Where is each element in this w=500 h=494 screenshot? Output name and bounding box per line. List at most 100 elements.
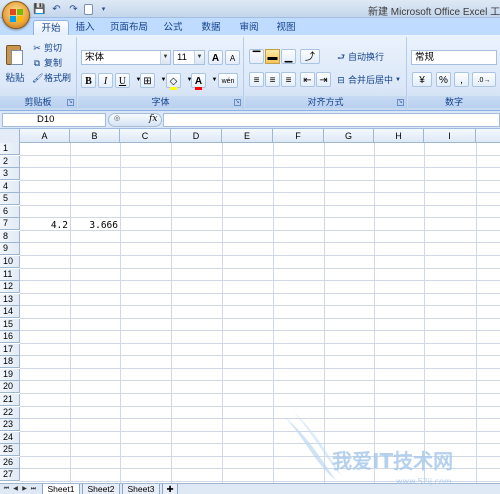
column-header[interactable]: E: [222, 129, 273, 143]
underline-button[interactable]: U: [115, 73, 130, 88]
row-header[interactable]: 9: [0, 243, 20, 256]
percent-button[interactable]: %: [436, 72, 451, 87]
insert-sheet-icon[interactable]: ✚: [162, 484, 178, 494]
row-header[interactable]: 4: [0, 180, 20, 193]
select-all-corner[interactable]: [0, 129, 20, 143]
row-header[interactable]: 16: [0, 331, 20, 344]
tab-insert[interactable]: 插入: [72, 20, 98, 35]
align-top-button[interactable]: ▔: [249, 49, 264, 64]
row-header[interactable]: 25: [0, 444, 20, 457]
redo-icon[interactable]: ↷: [67, 3, 80, 16]
row-header[interactable]: 20: [0, 381, 20, 394]
tab-home[interactable]: 开始: [33, 20, 69, 35]
customize-qat-icon[interactable]: ▾: [97, 3, 110, 16]
row-header[interactable]: 19: [0, 368, 20, 381]
column-header[interactable]: A: [20, 129, 70, 143]
next-sheet-icon[interactable]: ▶: [20, 485, 29, 494]
copy-button[interactable]: ⧉ 复制: [32, 56, 62, 69]
row-header[interactable]: 11: [0, 268, 20, 281]
row-header[interactable]: 3: [0, 168, 20, 181]
row-header[interactable]: 23: [0, 419, 20, 432]
column-header[interactable]: B: [70, 129, 120, 143]
paste-button[interactable]: 粘贴: [3, 40, 27, 92]
column-header[interactable]: G: [324, 129, 374, 143]
number-format-combo[interactable]: 常规: [411, 50, 497, 65]
tab-review[interactable]: 审阅: [236, 20, 262, 35]
wrap-text-button[interactable]: ⮐ 自动换行: [336, 50, 384, 63]
align-left-button[interactable]: ≡: [249, 72, 264, 87]
borders-button[interactable]: ⊞: [140, 73, 155, 88]
cell-b7[interactable]: 3.666: [70, 220, 120, 232]
bold-button[interactable]: B: [81, 73, 96, 88]
row-header[interactable]: 18: [0, 356, 20, 369]
align-center-button[interactable]: ≡: [265, 72, 280, 87]
save-icon[interactable]: 💾: [33, 3, 46, 16]
orientation-button[interactable]: ⤴: [300, 49, 320, 64]
column-header[interactable]: D: [171, 129, 222, 143]
align-right-button[interactable]: ≡: [281, 72, 296, 87]
tab-page-layout[interactable]: 页面布局: [108, 20, 150, 35]
font-launcher-icon[interactable]: ↘: [234, 99, 241, 106]
currency-button[interactable]: ¥: [412, 72, 432, 87]
align-middle-button[interactable]: ▬: [265, 49, 280, 64]
row-header[interactable]: 8: [0, 230, 20, 243]
row-header[interactable]: 12: [0, 281, 20, 294]
row-header[interactable]: 26: [0, 456, 20, 469]
grow-font-button[interactable]: A: [208, 50, 223, 65]
increase-decimal-button[interactable]: .0→: [472, 72, 496, 87]
column-header[interactable]: C: [120, 129, 171, 143]
column-header[interactable]: I: [424, 129, 476, 143]
column-header[interactable]: F: [273, 129, 324, 143]
name-box[interactable]: D10: [2, 113, 106, 127]
row-header[interactable]: 17: [0, 343, 20, 356]
row-header[interactable]: 27: [0, 469, 20, 482]
format-painter-button[interactable]: 🖌 格式刷: [32, 71, 71, 84]
fill-color-button[interactable]: ◇: [166, 73, 181, 90]
shrink-font-button[interactable]: A: [225, 50, 240, 65]
decrease-indent-button[interactable]: ⇤: [300, 72, 315, 87]
insert-function-icon[interactable]: fx: [149, 114, 157, 124]
merge-center-button[interactable]: ⊟ 合并后居中 ▼: [336, 73, 401, 86]
alignment-launcher-icon[interactable]: ↘: [397, 99, 404, 106]
tab-view[interactable]: 视图: [273, 20, 299, 35]
italic-button[interactable]: I: [98, 73, 113, 88]
row-header[interactable]: 15: [0, 318, 20, 331]
cell-a7[interactable]: 4.2: [20, 220, 70, 232]
row-header[interactable]: 5: [0, 193, 20, 206]
row-header[interactable]: 2: [0, 155, 20, 168]
row-header[interactable]: 7: [0, 218, 20, 231]
row-header[interactable]: 1: [0, 143, 20, 155]
sheet-tab-sheet3[interactable]: Sheet3: [122, 484, 160, 494]
tab-data[interactable]: 数据: [198, 20, 224, 35]
font-name-combo[interactable]: 宋体 ▼: [81, 50, 171, 65]
sheet-tab-sheet2[interactable]: Sheet2: [82, 484, 120, 494]
expand-icon[interactable]: ◎: [114, 114, 120, 122]
spreadsheet-grid[interactable]: A B C D E F G H I 1 2 3 4 5 6 7 8 9 10 11 12 13 14 15 1…: [0, 129, 500, 483]
font-color-button[interactable]: A: [191, 73, 206, 90]
clipboard-launcher-icon[interactable]: ↘: [67, 99, 74, 106]
row-header[interactable]: 24: [0, 431, 20, 444]
first-sheet-icon[interactable]: ⏮: [2, 485, 11, 494]
row-header[interactable]: 6: [0, 205, 20, 218]
column-header[interactable]: H: [374, 129, 424, 143]
align-bottom-button[interactable]: ▁: [281, 49, 296, 64]
sheet-tab-sheet1[interactable]: Sheet1: [42, 484, 80, 494]
last-sheet-icon[interactable]: ⏭: [29, 485, 38, 494]
row-header[interactable]: 13: [0, 293, 20, 306]
font-size-combo[interactable]: 11 ▼: [173, 50, 205, 65]
prev-sheet-icon[interactable]: ◀: [11, 485, 20, 494]
row-header[interactable]: 22: [0, 406, 20, 419]
column-header[interactable]: [476, 129, 500, 143]
tab-formulas[interactable]: 公式: [160, 20, 186, 35]
row-header[interactable]: 21: [0, 394, 20, 406]
row-header[interactable]: 14: [0, 306, 20, 319]
formula-input[interactable]: [163, 113, 500, 127]
row-header[interactable]: 10: [0, 255, 20, 268]
print-preview-icon[interactable]: [84, 3, 93, 15]
increase-indent-button[interactable]: ⇥: [316, 72, 331, 87]
phonetic-button[interactable]: wén: [218, 73, 238, 88]
comma-button[interactable]: ,: [454, 72, 469, 87]
cut-button[interactable]: ✂ 剪切: [32, 41, 62, 54]
office-button[interactable]: [2, 1, 30, 29]
undo-icon[interactable]: ↶: [50, 3, 63, 16]
